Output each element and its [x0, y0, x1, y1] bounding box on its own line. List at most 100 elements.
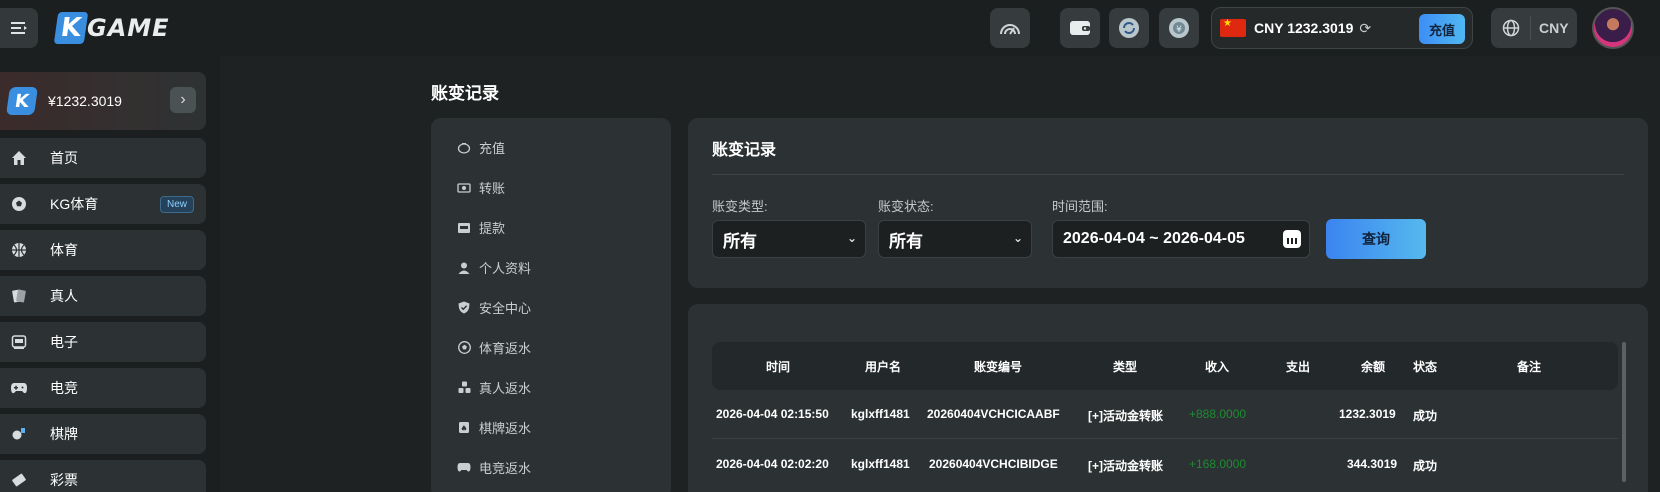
- records-table-panel: 时间 用户名 账变编号 类型 收入 支出 余额 状态 备注 2026-04-04…: [688, 304, 1648, 492]
- table-row: 2026-04-04 02:02:20 kglxff1481 20260404V…: [712, 440, 1618, 490]
- col-username: 用户名: [865, 360, 902, 374]
- date-range-input[interactable]: 2026-04-04 ~ 2026-04-05: [1052, 220, 1310, 258]
- logo-k: K: [53, 12, 89, 44]
- sidebar-item-esports[interactable]: 电竞: [0, 368, 206, 408]
- status-label: 账变状态:: [878, 199, 934, 214]
- account-side-menu: 充值 转账 提款 个人资料 安全中心 体育返水 真人返水 ♠ 棋牌返水 电竞返水: [431, 118, 671, 492]
- menu-toggle-button[interactable]: [0, 8, 38, 48]
- side-menu-item-recharge[interactable]: 充值: [457, 138, 505, 157]
- speedometer-icon: [1000, 24, 1020, 35]
- cell-status: 成功: [1413, 459, 1438, 473]
- type-label: 账变类型:: [712, 199, 768, 214]
- cell-username: kglxff1481: [851, 407, 910, 421]
- recharge-button[interactable]: 充值: [1419, 14, 1465, 44]
- menu-icon: [11, 22, 27, 34]
- side-menu-item-sports-rebate[interactable]: 体育返水: [457, 338, 531, 357]
- cell-record-id: 20260404VCHCIBIDGE: [929, 457, 1058, 471]
- header-balance: CNY 1232.3019: [1254, 20, 1354, 36]
- piggy-bank-icon: [457, 141, 471, 155]
- shield-icon: [457, 301, 471, 315]
- balance-refresh-icon[interactable]: ⟳: [1359, 20, 1371, 37]
- transfer-icon: [457, 181, 471, 195]
- col-expense: 支出: [1286, 360, 1311, 374]
- table-scrollbar[interactable]: [1622, 342, 1626, 482]
- sidebar-item-slots[interactable]: 电子: [0, 322, 206, 362]
- col-status: 状态: [1413, 360, 1438, 374]
- cell-balance: 344.3019: [1347, 457, 1398, 471]
- chevron-right-icon[interactable]: ›: [170, 87, 196, 113]
- side-menu-label: 体育返水: [479, 341, 532, 356]
- col-record-id: 账变编号: [974, 360, 1023, 374]
- user-icon: [457, 261, 471, 275]
- svg-text:¥: ¥: [1176, 25, 1182, 35]
- side-menu-item-live-rebate[interactable]: 真人返水: [457, 378, 531, 397]
- lottery-ticket-icon: [10, 471, 28, 489]
- language-currency-selector[interactable]: CNY: [1491, 8, 1577, 48]
- divider: [712, 174, 1624, 175]
- cell-username: kglxff1481: [851, 457, 910, 471]
- currency-label: CNY: [1539, 20, 1569, 36]
- sidebar-item-lottery[interactable]: 彩票: [0, 460, 206, 492]
- cell-time: 2026-04-04 02:15:50: [716, 407, 829, 421]
- query-button[interactable]: 查询: [1326, 219, 1426, 259]
- col-income: 收入: [1205, 360, 1230, 374]
- speed-button[interactable]: [990, 8, 1030, 48]
- side-menu-item-transfer[interactable]: 转账: [457, 178, 505, 197]
- side-menu-label: 充值: [479, 141, 506, 156]
- side-menu-label: 棋牌返水: [479, 421, 532, 436]
- left-sidebar: K ¥1232.3019 › 首页 KG体育 New 体育 真人 电子 电竞 棋…: [0, 56, 220, 492]
- table-header: 时间 用户名 账变编号 类型 收入 支出 余额 状态 备注: [712, 342, 1618, 390]
- side-menu-label: 提款: [479, 221, 506, 236]
- sidebar-item-home[interactable]: 首页: [0, 138, 206, 178]
- status-select[interactable]: 所有 ⌄: [878, 220, 1032, 258]
- cell-time: 2026-04-04 02:02:20: [716, 457, 829, 471]
- soccer-ball-icon: [10, 195, 28, 213]
- sidebar-item-label: 电子: [50, 334, 78, 350]
- sidebar-item-label: 电竞: [50, 380, 78, 396]
- type-select-value: 所有: [723, 231, 757, 251]
- page-title: 账变记录: [431, 84, 499, 103]
- calendar-icon[interactable]: [1283, 230, 1301, 248]
- sidebar-item-chess-cards[interactable]: 棋牌: [0, 414, 206, 454]
- table-row: 2026-04-04 02:15:50 kglxff1481 20260404V…: [712, 390, 1618, 440]
- bonus-button[interactable]: ¥: [1159, 8, 1199, 48]
- filter-panel: 账变记录 账变类型: 所有 ⌄ 账变状态: 所有 ⌄ 时间范围: 2026-04…: [688, 118, 1648, 288]
- side-menu-label: 个人资料: [479, 261, 532, 276]
- sidebar-item-live-casino[interactable]: 真人: [0, 276, 206, 316]
- refresh-circle-icon: [1119, 18, 1139, 38]
- side-menu-label: 安全中心: [479, 301, 532, 316]
- basketball-icon: [10, 241, 28, 259]
- chess-icon: ♠: [457, 421, 471, 435]
- sidebar-item-kg-sports[interactable]: KG体育 New: [0, 184, 206, 224]
- side-menu-item-security[interactable]: 安全中心: [457, 298, 531, 317]
- chess-icon: [10, 425, 28, 443]
- globe-icon: [1491, 16, 1531, 40]
- cell-income: +168.0000: [1189, 457, 1247, 471]
- col-time: 时间: [766, 360, 791, 374]
- gamepad-icon: [457, 461, 471, 475]
- soccer-ball-icon: [457, 341, 471, 355]
- sidebar-wallet-amount: ¥1232.3019: [48, 93, 122, 109]
- side-menu-item-chess-rebate[interactable]: ♠ 棋牌返水: [457, 418, 531, 437]
- side-menu-item-esports-rebate[interactable]: 电竞返水: [457, 458, 531, 477]
- time-range-label: 时间范围:: [1052, 199, 1108, 214]
- date-range-value: 2026-04-04 ~ 2026-04-05: [1063, 230, 1245, 247]
- side-menu-label: 转账: [479, 181, 506, 196]
- sidebar-wallet-card[interactable]: K ¥1232.3019 ›: [0, 72, 206, 130]
- sidebar-item-label: 真人: [50, 288, 78, 304]
- sidebar-item-sports[interactable]: 体育: [0, 230, 206, 270]
- type-select[interactable]: 所有 ⌄: [712, 220, 866, 258]
- withdraw-icon: [457, 221, 471, 235]
- coin-icon: ¥: [1169, 18, 1189, 38]
- balance-display: CNY 1232.3019 ⟳ 充值: [1211, 7, 1473, 49]
- kgame-logo[interactable]: K GAME: [53, 10, 170, 46]
- wallet-button[interactable]: [1060, 8, 1100, 48]
- logo-text: GAME: [87, 14, 170, 42]
- user-avatar[interactable]: [1592, 7, 1634, 49]
- gamepad-icon: [10, 379, 28, 397]
- side-menu-item-profile[interactable]: 个人资料: [457, 258, 531, 277]
- side-menu-item-withdraw[interactable]: 提款: [457, 218, 505, 237]
- cell-type: [+]活动金转账: [1088, 409, 1164, 423]
- refresh-button[interactable]: [1109, 8, 1149, 48]
- chevron-down-icon: ⌄: [1012, 231, 1023, 245]
